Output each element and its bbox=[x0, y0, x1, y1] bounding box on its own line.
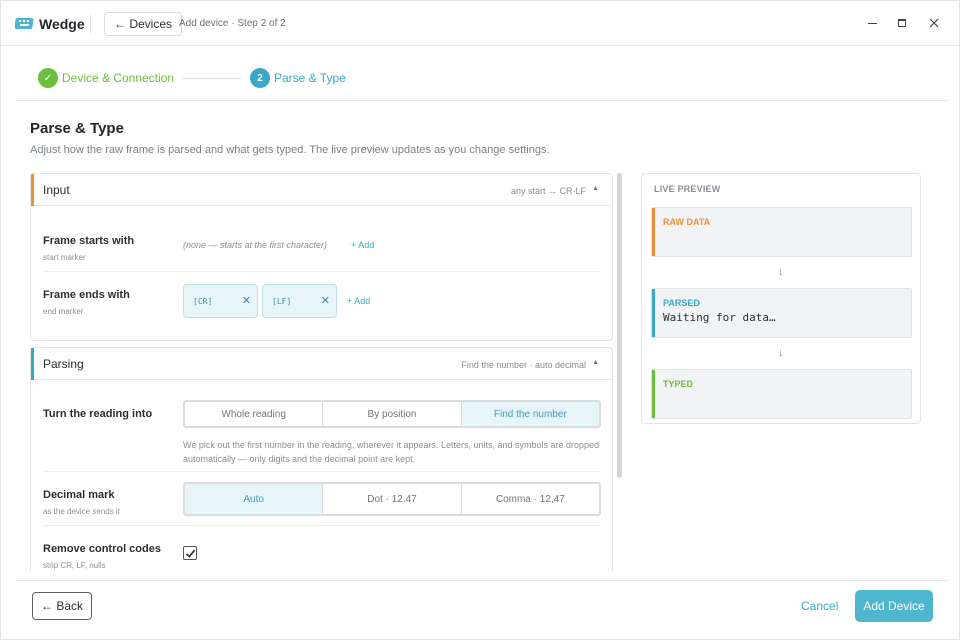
collapse-caret-icon[interactable]: ▲ bbox=[592, 185, 599, 192]
frame-end-sub: end marker bbox=[43, 307, 84, 316]
breadcrumb: Add device · Step 2 of 2 bbox=[179, 18, 286, 29]
parsing-section-accent bbox=[31, 348, 34, 380]
checkmark-icon bbox=[185, 549, 195, 558]
remove-chip-icon[interactable]: ✕ bbox=[242, 294, 251, 307]
frame-start-sub: start marker bbox=[43, 253, 86, 262]
end-marker-chip-cr: [CR] ✕ bbox=[183, 284, 258, 318]
end-marker-chip-lf: [LF] ✕ bbox=[262, 284, 337, 318]
page-description: Adjust how the raw frame is parsed and w… bbox=[30, 144, 550, 156]
chip-label: [LF] bbox=[272, 297, 292, 306]
raw-data-label: RAW DATA bbox=[663, 217, 711, 227]
title-bar: Wedge ← Devices Add device · Step 2 of 2 bbox=[1, 1, 959, 46]
turn-into-segmented-control: Whole reading By position Find the numbe… bbox=[183, 400, 601, 428]
arrow-down-icon: ↓ bbox=[778, 347, 784, 359]
option-dot[interactable]: Dot · 12.47 bbox=[323, 484, 462, 514]
remove-chip-icon[interactable]: ✕ bbox=[321, 294, 330, 307]
arrow-down-icon: ↓ bbox=[778, 266, 784, 278]
add-end-marker-link[interactable]: + Add bbox=[347, 296, 370, 306]
decimal-mark-segmented-control: Auto Dot · 12.47 Comma · 12,47 bbox=[183, 482, 601, 516]
add-device-button[interactable]: Add Device bbox=[855, 590, 933, 622]
frame-start-empty-text: (none — starts at the first character) bbox=[183, 240, 328, 250]
input-section-header[interactable]: Input any start → CR·LF ▲ bbox=[31, 174, 612, 206]
parsing-section-header[interactable]: Parsing Find the number · auto decimal ▲ bbox=[31, 348, 612, 380]
parsing-section-summary: Find the number · auto decimal bbox=[461, 360, 586, 370]
input-section-summary: any start → CR·LF bbox=[510, 186, 586, 196]
remove-control-codes-label: Remove control codes bbox=[43, 543, 161, 555]
row-divider bbox=[43, 271, 600, 272]
parsed-accent bbox=[652, 289, 655, 337]
cancel-button[interactable]: Cancel bbox=[801, 599, 838, 613]
option-whole-reading[interactable]: Whole reading bbox=[185, 402, 324, 426]
page-title: Parse & Type bbox=[30, 120, 124, 137]
decimal-mark-sub: as the device sends it bbox=[43, 507, 120, 516]
app-window: Wedge ← Devices Add device · Step 2 of 2… bbox=[0, 0, 960, 640]
option-find-the-number[interactable]: Find the number bbox=[461, 402, 599, 426]
maximize-icon[interactable] bbox=[893, 14, 911, 32]
parsed-label: PARSED bbox=[663, 298, 700, 308]
settings-scroll-panel[interactable]: Input any start → CR·LF ▲ Frame starts w… bbox=[30, 173, 613, 571]
raw-data-box: RAW DATA bbox=[651, 207, 912, 257]
typed-label: TYPED bbox=[663, 379, 694, 389]
input-section-title: Input bbox=[43, 183, 70, 197]
typed-accent bbox=[652, 370, 655, 418]
close-icon[interactable] bbox=[925, 14, 943, 32]
step-number-badge: 2 bbox=[250, 68, 270, 88]
parsing-section-title: Parsing bbox=[43, 357, 84, 371]
footer-divider bbox=[15, 580, 947, 581]
input-section-accent bbox=[31, 174, 34, 206]
step-device-connection[interactable]: Device & Connection bbox=[62, 71, 174, 85]
collapse-caret-icon[interactable]: ▲ bbox=[592, 359, 599, 366]
frame-start-label: Frame starts with bbox=[43, 235, 135, 247]
parsing-section: Parsing Find the number · auto decimal ▲… bbox=[30, 347, 613, 571]
option-by-position[interactable]: By position bbox=[323, 402, 462, 426]
decimal-mark-label: Decimal mark bbox=[43, 489, 115, 501]
live-preview-title: LIVE PREVIEW bbox=[654, 184, 721, 194]
row-divider bbox=[43, 525, 600, 526]
keyboard-logo-icon bbox=[15, 18, 34, 29]
add-start-marker-link[interactable]: + Add bbox=[351, 240, 374, 250]
option-comma[interactable]: Comma · 12,47 bbox=[462, 484, 599, 514]
row-divider bbox=[43, 471, 600, 472]
step-parse-type[interactable]: Parse & Type bbox=[274, 71, 346, 85]
frame-end-label: Frame ends with bbox=[43, 289, 130, 301]
wizard-stepper: ✓ Device & Connection 2 Parse & Type bbox=[1, 47, 959, 101]
back-to-devices-button[interactable]: ← Devices bbox=[104, 12, 183, 36]
parsed-box: PARSED Waiting for data… bbox=[651, 288, 912, 338]
typed-box: TYPED bbox=[651, 369, 912, 419]
turn-into-help-text: We pick out the first number in the read… bbox=[183, 440, 600, 464]
option-auto[interactable]: Auto bbox=[185, 484, 324, 514]
scrollbar-thumb[interactable] bbox=[617, 173, 622, 478]
remove-control-codes-checkbox[interactable] bbox=[183, 546, 197, 560]
step-connector bbox=[183, 78, 241, 79]
raw-data-accent bbox=[652, 208, 655, 256]
minimize-icon[interactable] bbox=[863, 14, 881, 32]
turn-into-label: Turn the reading into bbox=[43, 408, 153, 420]
stepper-divider bbox=[15, 100, 947, 101]
parsed-value: Waiting for data… bbox=[663, 311, 776, 324]
chip-label: [CR] bbox=[193, 297, 213, 306]
step-complete-check-icon: ✓ bbox=[38, 68, 58, 88]
title-divider bbox=[90, 14, 91, 34]
back-button[interactable]: ← Back bbox=[32, 592, 92, 620]
app-name: Wedge bbox=[39, 16, 85, 32]
live-preview-panel: LIVE PREVIEW RAW DATA ↓ PARSED Waiting f… bbox=[641, 173, 921, 424]
remove-control-codes-sub: strip CR, LF, nulls bbox=[43, 561, 106, 570]
input-section: Input any start → CR·LF ▲ Frame starts w… bbox=[30, 173, 613, 341]
